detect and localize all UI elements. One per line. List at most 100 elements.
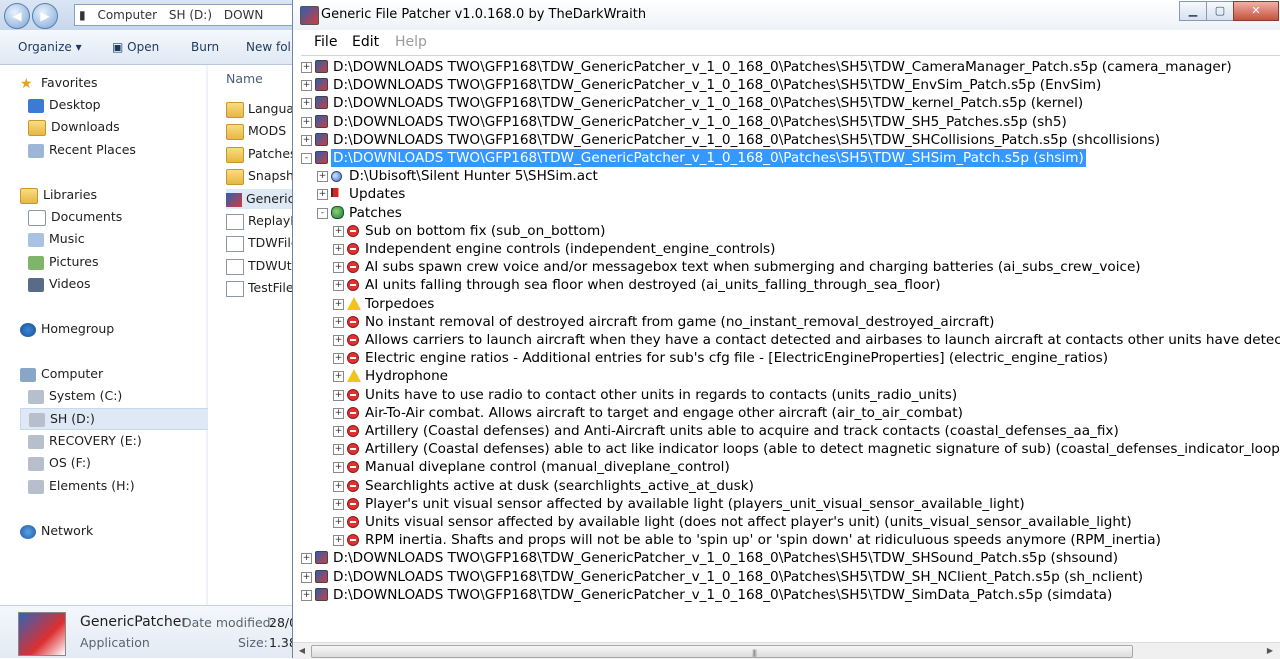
tree-node[interactable]: + Torpedoes <box>301 295 1280 313</box>
nav-music[interactable]: Music <box>28 229 85 249</box>
tree-node[interactable]: + Air-To-Air combat. Allows aircraft to t… <box>301 404 1280 422</box>
tree-node[interactable]: + Artillery (Coastal defenses) and Anti-A… <box>301 422 1280 440</box>
collapse-toggle-icon[interactable]: - <box>317 207 328 219</box>
expand-toggle-icon[interactable]: + <box>333 535 344 547</box>
nav-sh-d[interactable]: SH (D:) <box>20 408 212 430</box>
expand-toggle-icon[interactable]: + <box>333 335 344 346</box>
expand-toggle-icon[interactable]: + <box>333 444 344 456</box>
tree-node-label[interactable]: Torpedoes <box>363 295 436 313</box>
expand-toggle-icon[interactable]: + <box>333 225 344 237</box>
expand-toggle-icon[interactable]: + <box>301 134 312 146</box>
tree-node[interactable]: + D:\Ubisoft\Silent Hunter 5\SHSim.act <box>301 167 1280 185</box>
nav-downloads[interactable]: Downloads <box>28 117 120 137</box>
column-header-name[interactable]: Name <box>226 69 263 89</box>
nav-libraries[interactable]: Libraries <box>20 185 97 205</box>
tree-node[interactable]: + Player's unit visual sensor affected by… <box>301 495 1280 513</box>
nav-recent-places[interactable]: Recent Places <box>28 140 136 160</box>
burn-button[interactable]: Burn <box>191 40 219 54</box>
tree-node[interactable]: + Electric engine ratios - Additional ent… <box>301 349 1280 367</box>
nav-pictures[interactable]: Pictures <box>28 252 99 272</box>
expand-toggle-icon[interactable]: + <box>301 571 312 583</box>
expand-toggle-icon[interactable]: + <box>301 62 312 73</box>
tree-node[interactable]: + D:\DOWNLOADS TWO\GFP168\TDW_GenericPatc… <box>301 568 1280 586</box>
new-folder-button[interactable]: New fol <box>246 40 291 54</box>
nav-os-f[interactable]: OS (F:) <box>28 453 91 473</box>
list-item[interactable]: Snapsho <box>226 166 300 186</box>
nav-network[interactable]: Network <box>20 521 93 541</box>
tree-node[interactable]: + D:\DOWNLOADS TWO\GFP168\TDW_GenericPatc… <box>301 94 1280 112</box>
expand-toggle-icon[interactable]: + <box>333 498 344 510</box>
expand-toggle-icon[interactable]: + <box>333 480 344 492</box>
expand-toggle-icon[interactable]: + <box>333 407 344 419</box>
organize-button[interactable]: Organize ▾ <box>18 40 82 54</box>
tree-node-label[interactable]: D:\DOWNLOADS TWO\GFP168\TDW_GenericPatch… <box>331 586 1114 604</box>
tree-node-label[interactable]: D:\DOWNLOADS TWO\GFP168\TDW_GenericPatch… <box>331 94 1085 112</box>
tree-node[interactable]: - D:\DOWNLOADS TWO\GFP168\TDW_GenericPatc… <box>301 149 1280 167</box>
tree-node[interactable]: + D:\DOWNLOADS TWO\GFP168\TDW_GenericPatc… <box>301 131 1280 149</box>
patcher-app-icon[interactable] <box>300 6 319 25</box>
tree-node-label[interactable]: Units visual sensor affected by availabl… <box>363 513 1134 531</box>
forward-button[interactable]: ▶ <box>32 3 58 29</box>
scroll-left-arrow-icon[interactable]: ◀ <box>295 645 309 657</box>
tree-node-label[interactable]: No instant removal of destroyed aircraft… <box>363 313 996 331</box>
close-button[interactable]: ✕ <box>1233 1 1279 21</box>
back-button[interactable]: ◀ <box>4 3 30 29</box>
tree-node-label[interactable]: D:\DOWNLOADS TWO\GFP168\TDW_GenericPatch… <box>331 131 1162 149</box>
nav-recovery-e[interactable]: RECOVERY (E:) <box>28 431 142 451</box>
tree-node[interactable]: + Manual diveplane control (manual_divepl… <box>301 458 1280 476</box>
tree-node-label[interactable]: Allows carriers to launch aircraft when … <box>363 331 1280 349</box>
tree-node[interactable]: + Artillery (Coastal defenses) able to ac… <box>301 440 1280 458</box>
tree-node-label[interactable]: Artillery (Coastal defenses) and Anti-Ai… <box>363 422 1121 440</box>
tree-node-label[interactable]: AI units falling through sea floor when … <box>363 276 943 294</box>
expand-toggle-icon[interactable]: + <box>317 189 328 201</box>
list-item[interactable]: TDWUti <box>226 256 295 276</box>
expand-toggle-icon[interactable]: + <box>301 116 312 128</box>
tree-node[interactable]: - Patches <box>301 204 1280 222</box>
tree-node[interactable]: + AI subs spawn crew voice and/or message… <box>301 258 1280 276</box>
nav-documents[interactable]: Documents <box>28 207 122 227</box>
tree-node[interactable]: + D:\DOWNLOADS TWO\GFP168\TDW_GenericPatc… <box>301 586 1280 604</box>
tree-node-label[interactable]: Independent engine controls (independent… <box>363 240 777 258</box>
expand-toggle-icon[interactable]: + <box>333 280 344 292</box>
tree-node-label[interactable]: Updates <box>347 185 407 203</box>
list-item[interactable]: MODS <box>226 121 286 141</box>
expand-toggle-icon[interactable]: + <box>333 517 344 528</box>
tree-node-label[interactable]: Electric engine ratios - Additional entr… <box>363 349 1110 367</box>
tree-node-label[interactable]: Searchlights active at dusk (searchlight… <box>363 477 756 495</box>
nav-desktop[interactable]: Desktop <box>28 95 101 115</box>
tree-node[interactable]: + AI units falling through sea floor when… <box>301 276 1280 294</box>
tree-node-label[interactable]: Units have to use radio to contact other… <box>363 386 959 404</box>
tree-node[interactable]: + D:\DOWNLOADS TWO\GFP168\TDW_GenericPatc… <box>301 549 1280 567</box>
expand-toggle-icon[interactable]: + <box>333 389 344 401</box>
tree-node-label[interactable]: Patches <box>347 204 404 222</box>
expand-toggle-icon[interactable]: + <box>333 316 344 328</box>
tree-node-label[interactable]: D:\DOWNLOADS TWO\GFP168\TDW_GenericPatch… <box>331 76 1103 94</box>
breadcrumb-computer[interactable]: Computer <box>97 8 157 22</box>
tree-node[interactable]: + D:\DOWNLOADS TWO\GFP168\TDW_GenericPatc… <box>301 58 1280 76</box>
nav-favorites[interactable]: ★ Favorites <box>20 73 97 93</box>
list-item[interactable]: Languag <box>226 99 300 119</box>
expand-toggle-icon[interactable]: + <box>333 298 344 310</box>
nav-homegroup[interactable]: Homegroup <box>20 319 114 339</box>
tree-node[interactable]: + Sub on bottom fix (sub_on_bottom) <box>301 222 1280 240</box>
tree-node[interactable]: + Hydrophone <box>301 367 1280 385</box>
breadcrumb-downloads[interactable]: DOWN <box>224 8 264 22</box>
list-item[interactable]: ReplayI <box>226 211 294 231</box>
tree-node[interactable]: + Independent engine controls (independen… <box>301 240 1280 258</box>
tree-node[interactable]: + Allows carriers to launch aircraft when… <box>301 331 1280 349</box>
title-bar[interactable]: Generic File Patcher v1.0.168.0 by TheDa… <box>293 0 1280 30</box>
scroll-right-arrow-icon[interactable]: ▶ <box>1263 645 1277 657</box>
tree-node-label[interactable]: Hydrophone <box>363 367 450 385</box>
tree-node-label[interactable]: Air-To-Air combat. Allows aircraft to ta… <box>363 404 965 422</box>
tree-node-label[interactable]: D:\Ubisoft\Silent Hunter 5\SHSim.act <box>347 167 600 185</box>
tree-node[interactable]: + D:\DOWNLOADS TWO\GFP168\TDW_GenericPatc… <box>301 76 1280 94</box>
expand-toggle-icon[interactable]: + <box>301 98 312 110</box>
tree-node-label-selected[interactable]: D:\DOWNLOADS TWO\GFP168\TDW_GenericPatch… <box>331 149 1086 167</box>
tree-node[interactable]: + No instant removal of destroyed aircraf… <box>301 313 1280 331</box>
expand-toggle-icon[interactable]: + <box>317 171 328 183</box>
breadcrumb-sh-drive[interactable]: SH (D:) <box>169 8 212 22</box>
tree-node[interactable]: + RPM inertia. Shafts and props will not … <box>301 531 1280 549</box>
tree-node[interactable]: + Updates <box>301 185 1280 203</box>
tree-node[interactable]: + Searchlights active at dusk (searchligh… <box>301 477 1280 495</box>
menu-help[interactable]: Help <box>395 34 427 50</box>
